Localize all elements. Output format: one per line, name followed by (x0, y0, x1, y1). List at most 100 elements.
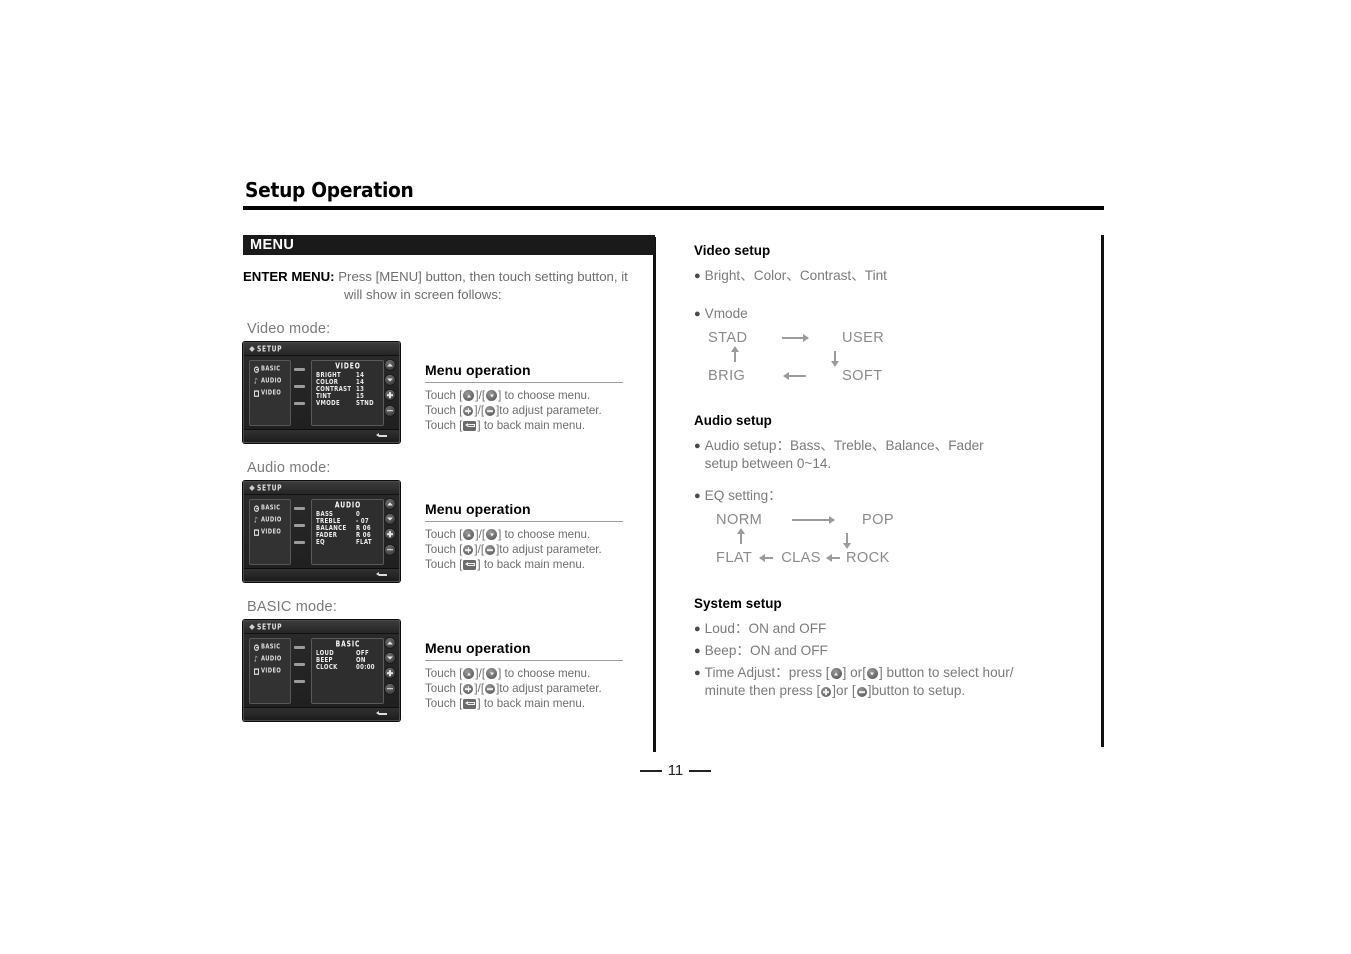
up-arrow-icon (463, 668, 475, 679)
device-nav-label-basic: BASIC (261, 643, 281, 651)
device-nav-item-audio[interactable]: ♪ AUDIO (251, 655, 289, 663)
up-arrow-icon[interactable] (384, 637, 396, 649)
device-setup-label: SETUP (257, 622, 283, 632)
text: Touch [ (425, 543, 463, 557)
text: ]/[ (475, 667, 486, 680)
text: ] to back main menu. (477, 419, 586, 433)
minus-icon[interactable] (384, 682, 396, 695)
menu-operation-line-1: Touch []/[] to choose menu. (425, 666, 657, 681)
audio-setup-bullet-1: ● Audio setup：Bass、Treble、Balance、Fader … (694, 437, 1094, 473)
panel-row-name: EQ (316, 539, 325, 548)
device-nav-item-video[interactable]: VIDEO (251, 528, 289, 536)
vmode-cycle-diagram: STAD USER BRIG SOFT (708, 327, 1094, 386)
plus-icon[interactable] (384, 528, 396, 541)
device-screen-video[interactable]: SETUP BASIC ♪ AUDIO VIDEO VIDEO BRIGHT 1… (243, 342, 400, 443)
minus-icon (485, 545, 496, 556)
text: Touch [ (425, 682, 463, 696)
device-nav-item-basic[interactable]: BASIC (251, 504, 289, 512)
plus-icon[interactable] (384, 389, 396, 402)
eq-cycle-diagram: NORM POP FLAT CLAS ROCK (716, 509, 1094, 568)
nav-connectors (294, 507, 305, 558)
device-nav-item-audio[interactable]: ♪ AUDIO (251, 377, 289, 385)
down-arrow-icon (486, 390, 498, 401)
minus-icon[interactable] (384, 543, 396, 556)
page-number: 11 (667, 762, 684, 779)
down-arrow-icon[interactable] (384, 513, 396, 526)
device-nav-item-video[interactable]: VIDEO (251, 389, 289, 397)
system-setup-bullet-2: ● Beep：ON and OFF (694, 642, 1094, 660)
text: Touch [ (425, 389, 463, 402)
up-arrow-icon[interactable] (384, 359, 396, 371)
device-buttons (384, 637, 396, 695)
device-nav-item-video[interactable]: VIDEO (251, 667, 289, 675)
text: ]/[ (475, 528, 486, 541)
eq-clas-label: CLAS (781, 549, 821, 566)
menu-operation-audio: Menu operation Touch []/[] to choose men… (425, 501, 657, 573)
up-arrow-icon (463, 390, 475, 401)
panel-row-value: 00:00 (356, 664, 375, 672)
arrow-left-icon (759, 553, 774, 562)
time-adjust-text-f: ]button to setup. (867, 683, 966, 698)
gear-icon (254, 504, 259, 512)
minus-icon (485, 684, 496, 695)
minus-icon[interactable] (384, 404, 396, 417)
gear-icon (254, 643, 259, 651)
panel-row: EQ FLAT (316, 539, 380, 548)
menu-operation-video: Menu operation Touch []/[] to choose men… (425, 362, 657, 434)
divider (425, 660, 623, 661)
text: ]to adjust parameter. (496, 682, 602, 696)
down-arrow-icon (866, 668, 878, 679)
diamond-icon (249, 624, 255, 630)
arrow-left-icon (825, 553, 840, 562)
text: ]/[ (474, 682, 485, 696)
bullet-text: Bright、Color、Contrast、Tint (704, 268, 887, 283)
gear-icon (254, 365, 259, 373)
device-nav-item-audio[interactable]: ♪ AUDIO (251, 516, 289, 524)
device-buttons (384, 359, 396, 417)
panel-row-name: CLOCK (316, 664, 338, 672)
up-arrow-icon[interactable] (384, 498, 396, 510)
device-nav-label-audio: AUDIO (261, 516, 282, 524)
device-value-panel: VIDEO BRIGHT 14 COLOR 14 CONTRAST 13 TINT 15… (311, 360, 384, 426)
time-adjust-text-c: ] button to select hour/ (878, 665, 1014, 680)
eq-pop-label: POP (862, 511, 895, 528)
device-nav-item-basic[interactable]: BASIC (251, 643, 289, 651)
plus-icon[interactable] (384, 667, 396, 680)
back-arrow-icon[interactable] (376, 711, 387, 718)
bullet-text-line1: Audio setup：Bass、Treble、Balance、Fader (704, 438, 984, 453)
back-arrow-icon[interactable] (376, 433, 387, 440)
block-basic: SETUP BASIC ♪ AUDIO VIDEO BASIC LOUD OFF… (243, 620, 655, 721)
down-arrow-icon[interactable] (384, 652, 396, 665)
device-screen-basic[interactable]: SETUP BASIC ♪ AUDIO VIDEO BASIC LOUD OFF… (243, 620, 400, 721)
menu-operation-line-3: Touch [] to back main menu. (425, 557, 657, 572)
arrow-right-icon (782, 333, 809, 342)
down-arrow-icon[interactable] (384, 374, 396, 387)
enter-menu-line1: Press [MENU] button, then touch setting … (338, 269, 628, 284)
device-nav-label-video: VIDEO (261, 389, 282, 397)
panel-row-value: STND (356, 400, 374, 409)
eq-rock-label: ROCK (845, 549, 890, 566)
panel-title: BASIC (335, 639, 361, 650)
vmode-brig-label: BRIG (708, 367, 746, 384)
device-nav-item-basic[interactable]: BASIC (251, 365, 289, 373)
plus-icon (463, 406, 474, 417)
video-setup-bullet-2: ● Vmode (694, 305, 1094, 323)
menu-operation-basic: Menu operation Touch []/[] to choose men… (425, 640, 657, 712)
time-adjust-text-b: ] or[ (842, 665, 866, 680)
text: Touch [ (425, 667, 463, 680)
up-arrow-icon (830, 668, 842, 679)
device-screen-audio[interactable]: SETUP BASIC ♪ AUDIO VIDEO AUDIO BASS 0 T… (243, 481, 400, 582)
eq-norm-label: NORM (716, 511, 763, 528)
back-arrow-icon[interactable] (376, 572, 387, 579)
vmode-stad-label: STAD (708, 329, 748, 346)
arrow-down-icon (843, 533, 851, 549)
bullet-text: EQ setting： (704, 488, 782, 503)
device-nav: BASIC ♪ AUDIO VIDEO (249, 499, 291, 565)
device-nav: BASIC ♪ AUDIO VIDEO (249, 360, 291, 426)
system-setup-bullet-1: ● Loud：ON and OFF (694, 620, 1094, 638)
divider (425, 521, 623, 522)
panel-row-name: VMODE (316, 400, 341, 409)
video-setup-bullet-1: ● Bright、Color、Contrast、Tint (694, 267, 1094, 285)
arrow-up-icon (737, 528, 745, 544)
menu-operation-line-3: Touch [] to back main menu. (425, 418, 657, 433)
